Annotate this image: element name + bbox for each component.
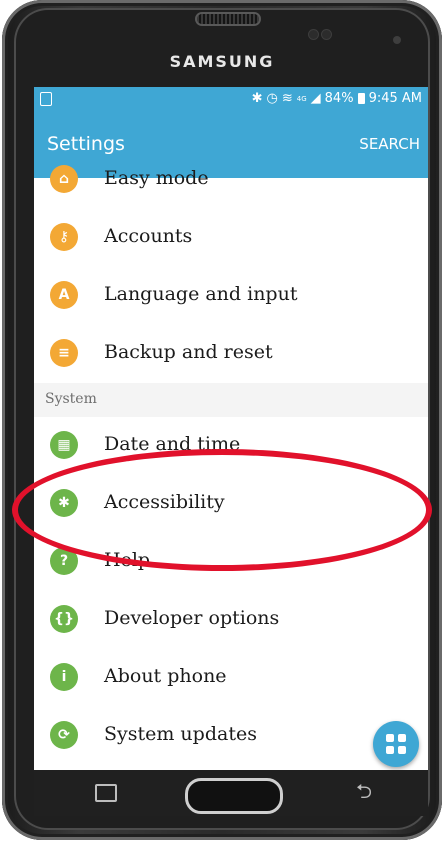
quick-apps-button[interactable]: [373, 721, 419, 767]
key-icon: ⚷: [50, 223, 78, 251]
screenshot: SAMSUNG ✱ ◷ ≋ 4G ◢ 84% 9:45 AM Settings …: [0, 0, 444, 842]
navigation-bar: ⮌: [34, 770, 428, 816]
front-camera-icon: [393, 36, 401, 44]
light-sensor: [322, 30, 331, 39]
network-type: 4G: [296, 94, 307, 103]
settings-item-backup-and-reset[interactable]: ≡ Backup and reset: [34, 325, 428, 383]
backup-icon: ≡: [50, 339, 78, 367]
screenshot-notification-icon: [40, 92, 52, 106]
calendar-icon: ▦: [50, 431, 78, 459]
settings-item-label: Language and input: [104, 283, 298, 305]
settings-item-easy-mode[interactable]: ⌂ Easy mode: [34, 151, 428, 209]
settings-item-label: Accessibility: [104, 491, 225, 513]
update-icon-glyph: ⟳: [58, 727, 70, 743]
settings-item-developer-options[interactable]: {} Developer options: [34, 591, 428, 649]
backup-icon-glyph: ≡: [58, 345, 70, 361]
developer-icon-glyph: {}: [54, 611, 74, 627]
settings-item-language-and-input[interactable]: A Language and input: [34, 267, 428, 325]
settings-item-help[interactable]: ? Help: [34, 533, 428, 591]
settings-item-label: About phone: [104, 665, 227, 687]
section-label: System: [45, 391, 97, 407]
settings-item-label: System updates: [104, 723, 257, 745]
earpiece-speaker: [197, 14, 259, 24]
key-icon-glyph: ⚷: [58, 229, 70, 245]
battery-percent: 84%: [324, 91, 354, 106]
settings-item-label: Developer options: [104, 607, 280, 629]
home-button[interactable]: [185, 778, 283, 814]
developer-icon: {}: [50, 605, 78, 633]
section-header-system: System: [34, 383, 428, 417]
info-icon-glyph: i: [61, 669, 67, 685]
calendar-icon-glyph: ▦: [57, 437, 71, 453]
grid-icon: [386, 734, 394, 742]
settings-item-accounts[interactable]: ⚷ Accounts: [34, 209, 428, 267]
accessibility-icon: ✱: [50, 489, 78, 517]
signal-icon: ◢: [310, 91, 321, 106]
help-icon-glyph: ?: [59, 553, 69, 569]
battery-icon: [357, 93, 365, 104]
help-icon: ?: [50, 547, 78, 575]
update-icon: ⟳: [50, 721, 78, 749]
settings-item-date-and-time[interactable]: ▦ Date and time: [34, 417, 428, 475]
settings-item-about-phone[interactable]: i About phone: [34, 649, 428, 707]
status-bar: ✱ ◷ ≋ 4G ◢ 84% 9:45 AM: [34, 87, 428, 112]
proximity-sensor: [309, 30, 318, 39]
settings-item-system-updates[interactable]: ⟳ System updates: [34, 707, 428, 765]
settings-item-label: Accounts: [104, 225, 193, 247]
settings-item-label: Easy mode: [104, 167, 209, 189]
bluetooth-icon: ✱: [251, 91, 263, 106]
brand-logo: SAMSUNG: [169, 52, 275, 71]
easy-mode-icon: ⌂: [50, 165, 78, 193]
settings-item-label: Help: [104, 549, 151, 571]
settings-item-label: Backup and reset: [104, 341, 273, 363]
alarm-icon: ◷: [266, 91, 278, 106]
recent-apps-button[interactable]: [95, 784, 117, 802]
phone-screen: ✱ ◷ ≋ 4G ◢ 84% 9:45 AM Settings SEARCH ⌂…: [34, 87, 428, 770]
clock: 9:45 AM: [368, 91, 422, 106]
back-button[interactable]: ⮌: [352, 780, 376, 802]
keyboard-icon-glyph: A: [58, 287, 70, 303]
settings-item-label: Date and time: [104, 433, 241, 455]
status-icons: ✱ ◷ ≋ 4G ◢ 84% 9:45 AM: [252, 91, 422, 106]
settings-item-accessibility[interactable]: ✱ Accessibility: [34, 475, 428, 533]
settings-list: ⌂ Easy mode ⚷ Accounts A Language and input ≡ B…: [34, 151, 428, 765]
wifi-icon: ≋: [281, 91, 293, 106]
info-icon: i: [50, 663, 78, 691]
keyboard-icon: A: [50, 281, 78, 309]
accessibility-icon-glyph: ✱: [58, 495, 70, 511]
easy-mode-icon-glyph: ⌂: [58, 171, 70, 187]
